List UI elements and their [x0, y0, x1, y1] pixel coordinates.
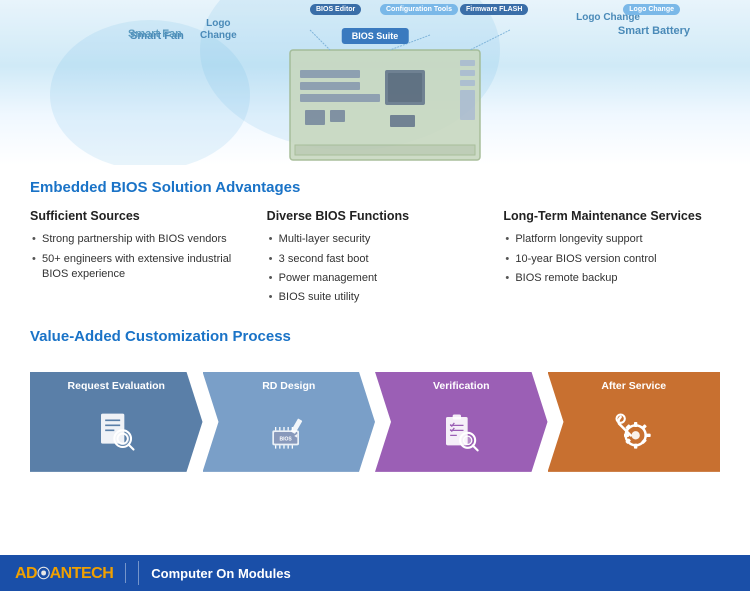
step-after-service: After Service: [548, 357, 721, 487]
bullet-3-2: 10-year BIOS version control: [503, 252, 720, 267]
process-section: Value-Added Customization Process Reques…: [30, 328, 720, 487]
step4-arrow: After Service: [548, 372, 721, 472]
checklist-magnify-icon: [436, 407, 486, 462]
footer-bar: AD⦿ANTECH Computer On Modules: [0, 555, 750, 591]
step-verification: Verification: [375, 357, 548, 487]
step3-arrow: Verification: [375, 372, 548, 472]
col-diverse-bios: Diverse BIOS Functions Multi-layer secur…: [267, 208, 484, 310]
bullet-2-3: Power management: [267, 271, 484, 286]
bullet-2-4: BIOS suite utility: [267, 290, 484, 305]
col1-bullets: Strong partnership with BIOS vendors 50+…: [30, 232, 247, 282]
bullet-3-3: BIOS remote backup: [503, 271, 720, 286]
advantages-columns: Sufficient Sources Strong partnership wi…: [30, 208, 720, 310]
bullet-1-2: 50+ engineers with extensive industrial …: [30, 252, 247, 283]
wrench-gear-icon: [609, 407, 659, 462]
col3-title: Long-Term Maintenance Services: [503, 208, 720, 224]
svg-text:BIOS: BIOS: [279, 436, 292, 442]
step1-icon-area: [91, 396, 141, 471]
firmware-flash-pill: Firmware FLASH: [460, 4, 528, 15]
footer-logo: AD⦿ANTECH: [15, 563, 126, 583]
step-rd-design: RD Design BIOS: [203, 357, 376, 487]
process-title: Value-Added Customization Process: [30, 328, 720, 345]
col3-bullets: Platform longevity support 10-year BIOS …: [503, 232, 720, 286]
bios-editor-pill: BIOS Editor: [310, 4, 361, 15]
step2-label: RD Design: [252, 372, 325, 397]
process-steps: Request Evaluation: [30, 357, 720, 487]
step4-label: After Service: [591, 372, 676, 397]
step2-arrow: RD Design BIOS: [203, 372, 376, 472]
col1-title: Sufficient Sources: [30, 208, 247, 224]
step3-label: Verification: [423, 372, 500, 397]
smart-fan-text: Smart Fan: [128, 28, 182, 41]
footer-divider: [138, 561, 139, 585]
bullet-2-1: Multi-layer security: [267, 232, 484, 247]
bios-suite-label: BIOS Suite: [342, 28, 409, 44]
logo-change-pill: Logo Change: [623, 4, 680, 15]
advantages-title: Embedded BIOS Solution Advantages: [30, 179, 720, 196]
search-doc-icon: [91, 407, 141, 462]
step4-icon-area: [609, 396, 659, 471]
bullet-2-2: 3 second fast boot: [267, 252, 484, 267]
step3-icon-area: [436, 396, 486, 471]
step2-icon-area: BIOS: [264, 396, 314, 471]
bullet-1-1: Strong partnership with BIOS vendors: [30, 232, 247, 247]
step-request-evaluation: Request Evaluation: [30, 357, 203, 487]
step1-arrow: Request Evaluation: [30, 372, 203, 472]
logo-text: AD⦿ANTECH: [15, 563, 113, 583]
col2-title: Diverse BIOS Functions: [267, 208, 484, 224]
bullet-3-1: Platform longevity support: [503, 232, 720, 247]
config-tools-pill: Configuration Tools: [380, 4, 458, 15]
main-content: Embedded BIOS Solution Advantages Suffic…: [0, 165, 750, 497]
col-sufficient-sources: Sufficient Sources Strong partnership wi…: [30, 208, 247, 310]
step1-label: Request Evaluation: [58, 372, 175, 397]
col-longterm-maintenance: Long-Term Maintenance Services Platform …: [503, 208, 720, 310]
footer-product: Computer On Modules: [151, 566, 290, 581]
smart-battery-label: Smart Battery: [618, 25, 690, 38]
col2-bullets: Multi-layer security 3 second fast boot …: [267, 232, 484, 306]
diagram-section: Smart Fan LogoChange Smart Battery Logo …: [0, 0, 750, 165]
bios-chip-icon: BIOS: [264, 407, 314, 462]
